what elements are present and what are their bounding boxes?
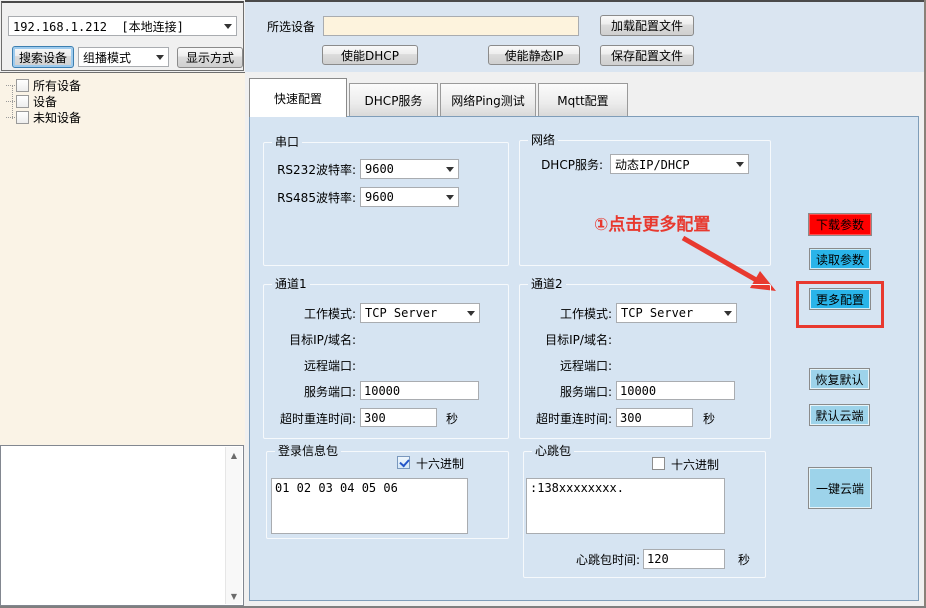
ch1-remote-port-label: 远程端口: <box>278 359 356 373</box>
heartbeat-group-title: 心跳包 <box>532 444 574 458</box>
ch2-timeout-input[interactable] <box>616 408 693 427</box>
tree-item-devices[interactable]: 设备 <box>6 93 57 109</box>
heartbeat-time-label: 心跳包时间: <box>558 553 640 567</box>
ch1-server-port-input[interactable] <box>360 381 479 400</box>
channel2-group-title: 通道2 <box>528 277 566 291</box>
ch2-work-mode-select[interactable]: TCP Server <box>616 303 737 323</box>
heartbeat-hex-checkbox[interactable] <box>652 457 665 470</box>
connection-select[interactable]: 192.168.1.212 [本地连接] <box>8 16 237 36</box>
tree-item-label: 设备 <box>33 93 57 110</box>
ch2-server-port-label: 服务端口: <box>534 385 612 399</box>
ch1-seconds-unit: 秒 <box>446 412 458 426</box>
device-topbar: 所选设备 加载配置文件 使能DHCP 使能静态IP 保存配置文件 <box>245 0 926 72</box>
scroll-down-icon[interactable]: ▼ <box>226 588 242 604</box>
dropdown-arrow-icon[interactable] <box>719 304 736 322</box>
enable-static-ip-button[interactable]: 使能静态IP <box>488 45 580 65</box>
ch1-timeout-label: 超时重连时间: <box>252 412 356 426</box>
heartbeat-textarea[interactable]: :138xxxxxxxx. <box>526 478 725 534</box>
tab-quick-config[interactable]: 快速配置 <box>249 78 347 117</box>
heartbeat-time-input[interactable] <box>643 549 725 569</box>
connection-select-value: 192.168.1.212 [本地连接] <box>9 18 219 35</box>
tab-dhcp-service[interactable]: DHCP服务 <box>349 83 438 116</box>
rs232-baud-label: RS232波特率: <box>266 163 356 177</box>
ch2-work-mode-label: 工作模式: <box>534 307 612 321</box>
dropdown-arrow-icon[interactable] <box>441 160 458 178</box>
save-config-button[interactable]: 保存配置文件 <box>600 45 694 66</box>
log-listbox[interactable]: ▲ ▼ <box>0 445 244 606</box>
login-hex-label: 十六进制 <box>416 457 464 471</box>
heartbeat-seconds-unit: 秒 <box>738 553 750 567</box>
ch2-server-port-input[interactable] <box>616 381 735 400</box>
dropdown-arrow-icon[interactable] <box>219 17 236 35</box>
heartbeat-hex-label: 十六进制 <box>671 458 719 472</box>
serial-group-title: 串口 <box>272 135 302 149</box>
tree-checkbox[interactable] <box>16 111 29 124</box>
login-packet-group-title: 登录信息包 <box>275 444 341 458</box>
ch2-timeout-label: 超时重连时间: <box>508 412 612 426</box>
scroll-up-icon[interactable]: ▲ <box>226 447 242 463</box>
read-params-button[interactable]: 读取参数 <box>809 248 871 270</box>
ch2-seconds-unit: 秒 <box>703 412 715 426</box>
dhcp-service-select[interactable]: 动态IP/DHCP <box>610 154 749 174</box>
tree-item-unknown-devices[interactable]: 未知设备 <box>6 109 81 125</box>
ch2-remote-port-label: 远程端口: <box>534 359 612 373</box>
ch1-work-mode-select[interactable]: TCP Server <box>360 303 480 323</box>
dropdown-arrow-icon[interactable] <box>462 304 479 322</box>
download-params-button[interactable]: 下载参数 <box>808 213 872 236</box>
one-key-cloud-button[interactable]: 一键云端 <box>808 467 872 509</box>
login-packet-textarea[interactable]: 01 02 03 04 05 06 <box>271 478 468 534</box>
tree-checkbox[interactable] <box>16 79 29 92</box>
rs485-baud-label: RS485波特率: <box>266 191 356 205</box>
enable-dhcp-button[interactable]: 使能DHCP <box>322 45 418 65</box>
tree-item-all-devices[interactable]: 所有设备 <box>6 77 81 93</box>
tree-checkbox[interactable] <box>16 95 29 108</box>
login-hex-checkbox[interactable] <box>397 456 410 469</box>
channel1-group-title: 通道1 <box>272 277 310 291</box>
search-mode-select[interactable]: 组播模式 <box>78 47 169 67</box>
log-scrollbar[interactable]: ▲ ▼ <box>225 447 242 604</box>
ch1-target-ip-label: 目标IP/域名: <box>266 333 356 347</box>
quick-config-page: 串口 RS232波特率: 9600 RS485波特率: 9600 网络 DHCP… <box>249 116 919 601</box>
ch1-timeout-input[interactable] <box>360 408 437 427</box>
restore-default-button[interactable]: 恢复默认 <box>809 368 870 390</box>
device-tree: 所有设备 设备 未知设备 <box>0 72 245 445</box>
search-mode-value: 组播模式 <box>79 49 151 66</box>
dropdown-arrow-icon[interactable] <box>731 155 748 173</box>
default-cloud-button[interactable]: 默认云端 <box>809 404 870 426</box>
selected-device-input[interactable] <box>323 16 579 36</box>
annotation-click-more-config: ①点击更多配置 <box>594 210 710 235</box>
dropdown-arrow-icon[interactable] <box>441 188 458 206</box>
dhcp-service-label: DHCP服务: <box>533 158 603 172</box>
tab-mqtt-config[interactable]: Mqtt配置 <box>538 83 628 116</box>
ch1-work-mode-label: 工作模式: <box>278 307 356 321</box>
network-group-title: 网络 <box>528 133 558 147</box>
ch2-target-ip-label: 目标IP/域名: <box>522 333 612 347</box>
selected-device-label: 所选设备 <box>267 20 315 34</box>
load-config-button[interactable]: 加载配置文件 <box>600 15 694 36</box>
display-mode-button[interactable]: 显示方式 <box>177 47 243 68</box>
rs485-baud-select[interactable]: 9600 <box>360 187 459 207</box>
tab-network-ping[interactable]: 网络Ping测试 <box>440 83 536 116</box>
annotation-highlight-rect <box>796 281 884 328</box>
tree-item-label: 未知设备 <box>33 109 81 126</box>
connection-toolbox: 192.168.1.212 [本地连接] 搜索设备 组播模式 显示方式 <box>1 1 244 71</box>
tree-item-label: 所有设备 <box>33 77 81 94</box>
device-config-window: 192.168.1.212 [本地连接] 搜索设备 组播模式 显示方式 所有设备… <box>0 0 926 608</box>
dropdown-arrow-icon[interactable] <box>151 48 168 66</box>
search-devices-button[interactable]: 搜索设备 <box>12 46 74 68</box>
rs232-baud-select[interactable]: 9600 <box>360 159 459 179</box>
ch1-server-port-label: 服务端口: <box>278 385 356 399</box>
